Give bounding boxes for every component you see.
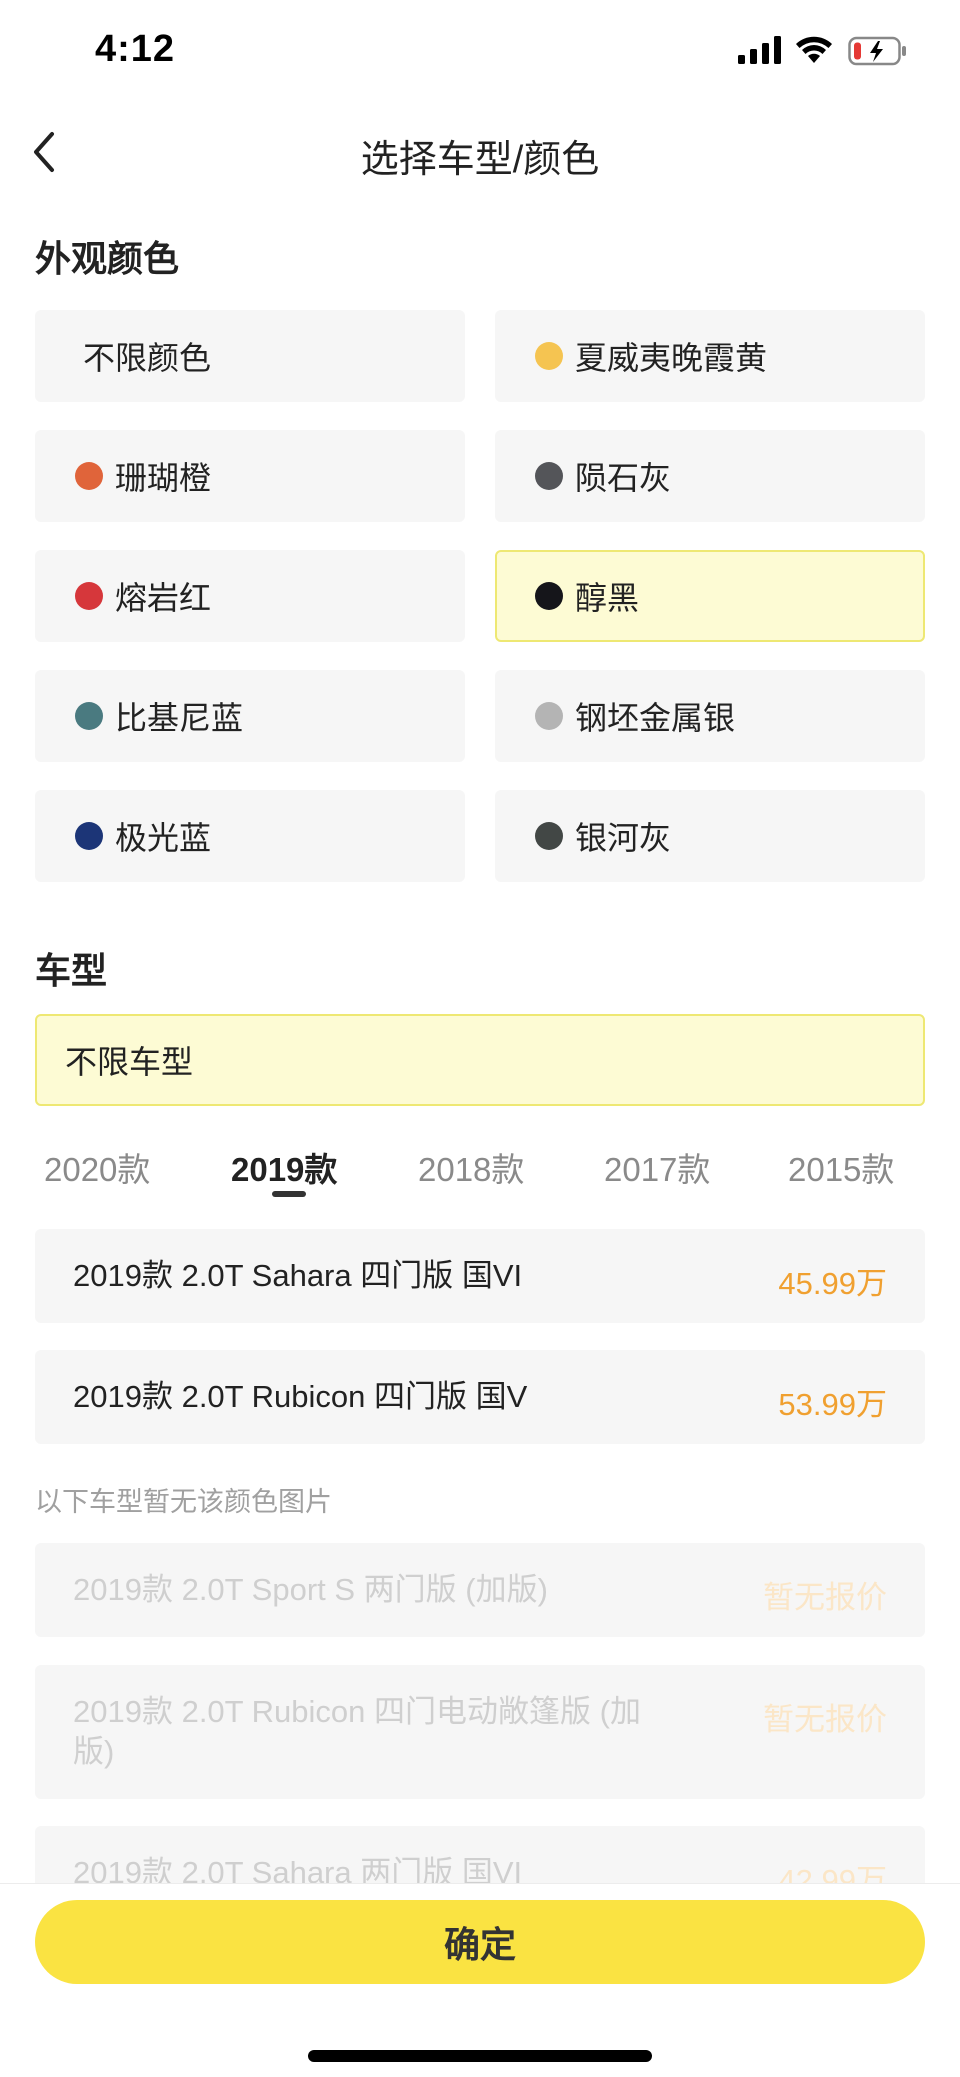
color-label: 比基尼蓝 (115, 700, 244, 736)
model-name: 2019款 2.0T Sahara 四门版 国VI (73, 1258, 523, 1293)
model-name: 2019款 2.0T Rubicon 四门电动敞篷版 (加版) (73, 1694, 641, 1769)
color-label: 醇黑 (575, 580, 640, 616)
color-option-any[interactable]: 不限颜色 (35, 310, 465, 402)
color-option-galaxy-gray[interactable]: 银河灰 (495, 790, 925, 882)
color-option-coral-orange[interactable]: 珊瑚橙 (35, 430, 465, 522)
model-price: 45.99万 (778, 1266, 887, 1301)
page-title: 选择车型/颜色 (360, 139, 600, 181)
color-section-title: 外观颜色 (35, 238, 180, 279)
wifi-icon (796, 36, 832, 63)
color-label: 熔岩红 (115, 580, 212, 616)
model-name: 2019款 2.0T Sport S 两门版 (加版) (73, 1572, 548, 1607)
color-label: 陨石灰 (575, 460, 672, 496)
year-tabs: 2020款 2019款 2018款 2017款 2015款 (0, 1135, 960, 1205)
color-label: 夏威夷晚霞黄 (575, 340, 768, 376)
color-label: 极光蓝 (115, 820, 212, 856)
color-option-bikini-blue[interactable]: 比基尼蓝 (35, 670, 465, 762)
color-swatch-icon (535, 462, 563, 490)
active-tab-indicator (272, 1191, 306, 1197)
color-swatch-icon (535, 582, 563, 610)
cellular-signal-icon (738, 36, 781, 64)
tab-2015[interactable]: 2015款 (788, 1143, 894, 1191)
color-label: 钢坯金属银 (575, 700, 736, 736)
color-option-aurora-blue[interactable]: 极光蓝 (35, 790, 465, 882)
battery-charging-icon (848, 36, 906, 66)
tab-2019[interactable]: 2019款 (231, 1143, 337, 1191)
color-option-meteor-gray[interactable]: 陨石灰 (495, 430, 925, 522)
no-image-notice: 以下车型暂无该颜色图片 (35, 1487, 332, 1517)
confirm-button[interactable]: 确定 (35, 1900, 925, 1984)
model-row-disabled: 2019款 2.0T Rubicon 四门电动敞篷版 (加版) 暂无报价 (35, 1665, 925, 1799)
home-indicator (308, 2050, 652, 2062)
color-swatch-icon (75, 582, 103, 610)
color-label: 不限颜色 (83, 340, 212, 376)
model-price: 53.99万 (778, 1387, 887, 1422)
model-name: 2019款 2.0T Rubicon 四门版 国V (73, 1379, 528, 1414)
tab-2020[interactable]: 2020款 (44, 1143, 150, 1191)
tab-2018[interactable]: 2018款 (418, 1143, 524, 1191)
model-any-label: 不限车型 (65, 1044, 194, 1080)
color-option-hawaii-sunset-yellow[interactable]: 夏威夷晚霞黄 (495, 310, 925, 402)
color-swatch-icon (535, 822, 563, 850)
color-option-lava-red[interactable]: 熔岩红 (35, 550, 465, 642)
bottom-action-bar: 确定 (0, 1883, 960, 2077)
model-price: 暂无报价 (763, 1580, 887, 1615)
status-time: 4:12 (95, 28, 176, 70)
model-section-title: 车型 (35, 950, 108, 991)
nav-header: 选择车型/颜色 (0, 110, 960, 192)
color-swatch-icon (75, 822, 103, 850)
status-bar: 4:12 (0, 0, 960, 100)
color-label: 银河灰 (575, 820, 672, 856)
color-swatch-icon (535, 342, 563, 370)
model-row[interactable]: 2019款 2.0T Sahara 四门版 国VI 45.99万 (35, 1229, 925, 1323)
model-option-any[interactable]: 不限车型 (35, 1014, 925, 1106)
model-row[interactable]: 2019款 2.0T Rubicon 四门版 国V 53.99万 (35, 1350, 925, 1444)
color-swatch-icon (535, 702, 563, 730)
model-price: 暂无报价 (763, 1702, 887, 1737)
color-swatch-icon (75, 702, 103, 730)
model-row-disabled: 2019款 2.0T Sport S 两门版 (加版) 暂无报价 (35, 1543, 925, 1637)
color-swatch-icon (75, 462, 103, 490)
color-option-black[interactable]: 醇黑 (495, 550, 925, 642)
tab-2017[interactable]: 2017款 (604, 1143, 710, 1191)
color-option-steel-silver[interactable]: 钢坯金属银 (495, 670, 925, 762)
color-label: 珊瑚橙 (115, 460, 212, 496)
